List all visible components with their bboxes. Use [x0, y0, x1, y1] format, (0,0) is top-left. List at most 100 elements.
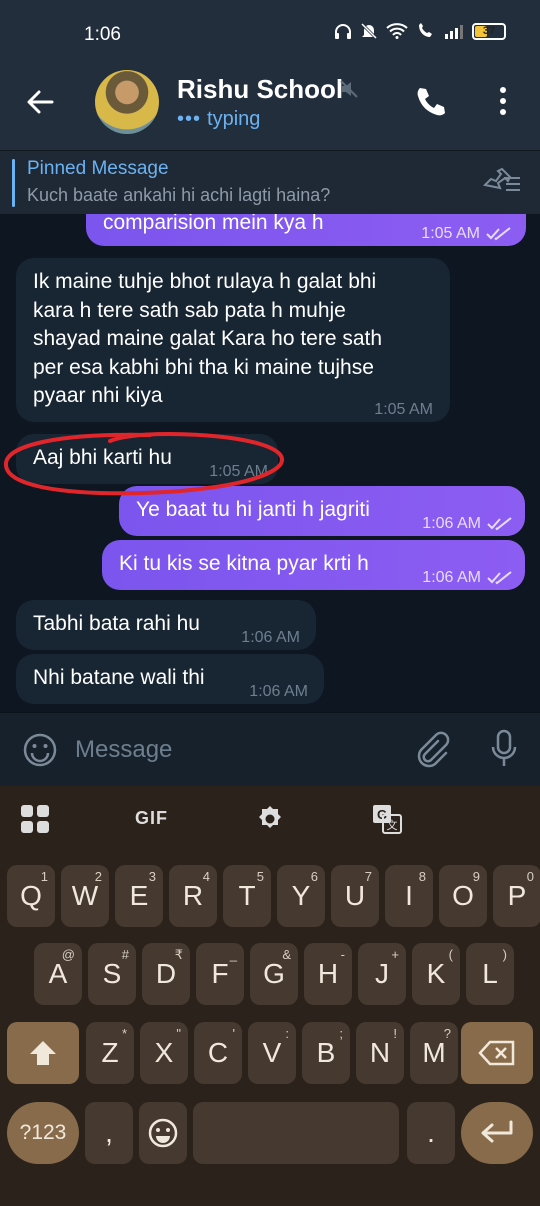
- message-meta: 1:05 AM: [374, 396, 433, 425]
- key-e[interactable]: 3E: [115, 865, 163, 927]
- typing-dots-icon: •••: [177, 108, 202, 130]
- key-f[interactable]: _ F: [196, 943, 244, 1005]
- message-input[interactable]: [75, 733, 395, 767]
- pinned-message-bar[interactable]: Pinned Message Kuch baate ankahi hi achi…: [0, 150, 540, 214]
- message-incoming[interactable]: Ik maine tuhje bhot rulaya h galat bhi k…: [16, 258, 450, 422]
- key-d[interactable]: ₹ D: [142, 943, 190, 1005]
- apps-grid-icon[interactable]: [20, 804, 50, 834]
- key-label: G: [263, 958, 285, 989]
- gif-button[interactable]: GIF: [135, 808, 168, 829]
- key-alt-label: *: [121, 1026, 127, 1041]
- pinned-indicator: [12, 159, 15, 207]
- key-n[interactable]: ! N: [356, 1022, 404, 1084]
- key-o[interactable]: 9O: [439, 865, 487, 927]
- message-text: Ik maine tuhje bhot rulaya h galat bhi k…: [33, 268, 382, 411]
- key-c[interactable]: ' C: [194, 1022, 242, 1084]
- key-label: V: [262, 1037, 282, 1068]
- backspace-key[interactable]: [461, 1022, 533, 1084]
- key-t[interactable]: 5T: [223, 865, 271, 927]
- more-vert-icon[interactable]: [494, 86, 512, 116]
- key-a[interactable]: @ A: [34, 943, 82, 1005]
- message-line: shayad maine galat Kara ho tere sath: [33, 327, 383, 350]
- key-y[interactable]: 6Y: [277, 865, 325, 927]
- typing-status: ••• typing: [177, 108, 260, 131]
- key-label: K: [426, 958, 446, 989]
- chat-title[interactable]: Rishu School: [177, 74, 343, 105]
- period-key[interactable]: .: [407, 1102, 455, 1164]
- translate-icon[interactable]: G文: [372, 804, 402, 834]
- key-l[interactable]: ) L: [466, 943, 514, 1005]
- key-alt-label: -: [340, 947, 345, 962]
- attach-icon[interactable]: [414, 731, 450, 769]
- key-alt-label: ": [176, 1026, 181, 1041]
- key-v[interactable]: :V: [248, 1022, 296, 1084]
- comma-key[interactable]: ,: [85, 1102, 133, 1164]
- message-meta: 1:06 AM: [249, 678, 308, 707]
- key-j[interactable]: + J: [358, 943, 406, 1005]
- message-time: 1:06 AM: [422, 569, 481, 586]
- key-x[interactable]: " X: [140, 1022, 188, 1084]
- key-b[interactable]: ; B: [302, 1022, 350, 1084]
- settings-gear-icon[interactable]: [255, 804, 285, 834]
- message-outgoing[interactable]: Ki tu kis se kitna pyar krti h 1:06 AM: [102, 540, 525, 590]
- message-time: 1:06 AM: [422, 515, 481, 532]
- key-label: W: [71, 880, 99, 911]
- key-z[interactable]: * Z: [86, 1022, 134, 1084]
- back-arrow-icon[interactable]: [24, 86, 56, 118]
- key-label: O: [452, 880, 474, 911]
- message-line: pyaar nhi kiya: [33, 384, 163, 407]
- key-i[interactable]: 8I: [385, 865, 433, 927]
- key-alt-label: ?: [443, 1026, 451, 1041]
- pin-list-icon[interactable]: [482, 167, 522, 193]
- key-m[interactable]: ? M: [410, 1022, 458, 1084]
- message-text: Tabhi bata rahi hu: [33, 612, 200, 635]
- battery-icon: 37: [472, 22, 506, 40]
- annotation-circle: [4, 431, 284, 496]
- key-r[interactable]: 4R: [169, 865, 217, 927]
- key-label: C: [207, 1037, 229, 1068]
- key-alt-label: 2: [94, 869, 102, 884]
- key-h[interactable]: -H: [304, 943, 352, 1005]
- shift-key[interactable]: [7, 1022, 79, 1084]
- message-text: comparision mein kya h: [103, 214, 324, 234]
- key-s[interactable]: # S: [88, 943, 136, 1005]
- key-k[interactable]: (K: [412, 943, 460, 1005]
- space-key[interactable]: [193, 1102, 399, 1164]
- key-label: I: [405, 880, 413, 911]
- key-alt-label: 1: [40, 869, 48, 884]
- key-alt-label: 7: [364, 869, 372, 884]
- symbols-key[interactable]: ?123: [7, 1102, 79, 1164]
- avatar[interactable]: [95, 70, 159, 134]
- key-alt-label: ): [502, 947, 507, 962]
- message-time: 1:06 AM: [241, 629, 300, 646]
- key-label: H: [317, 958, 339, 989]
- key-alt-label: ;: [339, 1026, 343, 1041]
- key-w[interactable]: 2W: [61, 865, 109, 927]
- message-outgoing[interactable]: comparision mein kya h 1:05 AM: [86, 214, 526, 246]
- key-label: Y: [291, 880, 311, 911]
- key-q[interactable]: 1Q: [7, 865, 55, 927]
- key-label: S: [102, 958, 122, 989]
- key-alt-label: (: [448, 947, 453, 962]
- emoji-icon[interactable]: [22, 732, 58, 768]
- message-time: 1:06 AM: [249, 683, 308, 700]
- phone-icon[interactable]: [414, 85, 448, 119]
- emoji-key[interactable]: [139, 1102, 187, 1164]
- key-p[interactable]: 0P: [493, 865, 540, 927]
- app-header: 1:06 37 Rishu School ••• typing: [0, 0, 540, 150]
- key-alt-label: 3: [148, 869, 156, 884]
- shift-arrow-icon: [30, 1041, 56, 1065]
- microphone-icon[interactable]: [490, 729, 518, 769]
- key-alt-label: :: [285, 1026, 289, 1041]
- key-u[interactable]: 7U: [331, 865, 379, 927]
- enter-key[interactable]: [461, 1102, 533, 1164]
- headphones-icon: [335, 24, 351, 39]
- message-incoming[interactable]: Nhi batane wali thi 1:06 AM: [16, 654, 324, 704]
- typing-text: typing: [207, 108, 261, 130]
- message-incoming[interactable]: Tabhi bata rahi hu 1:06 AM: [16, 600, 316, 650]
- key-g[interactable]: & G: [250, 943, 298, 1005]
- message-meta: 1:06 AM: [241, 624, 300, 653]
- message-text: Nhi batane wali thi: [33, 666, 205, 689]
- key-label: B: [316, 1037, 336, 1068]
- key-alt-label: &: [282, 947, 291, 962]
